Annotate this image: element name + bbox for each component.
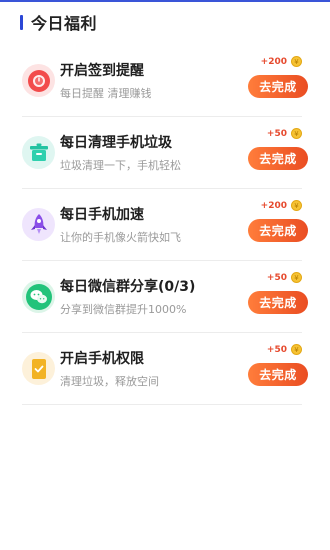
task-subtitle: 清理垃圾，释放空间 (60, 375, 159, 388)
reward-badge: +200 ¥ (261, 56, 302, 67)
coin-icon: ¥ (291, 272, 302, 283)
task-item-phone-boost: 每日手机加速 让你的手机像火箭快如飞 +200 ¥ 去完成 (22, 189, 308, 261)
task-title: 每日微信群分享(0/3) (60, 279, 196, 295)
task-item-wechat-share: 每日微信群分享(0/3) 分享到微信群提升1000% +50 ¥ 去完成 (22, 261, 308, 333)
task-title: 每日清理手机垃圾 (60, 135, 172, 151)
task-subtitle: 让你的手机像火箭快如飞 (60, 231, 181, 244)
section-header: 今日福利 (20, 12, 98, 33)
page-title: 今日福利 (31, 14, 98, 33)
coin-icon: ¥ (291, 56, 302, 67)
reward-badge: +50 ¥ (267, 128, 302, 139)
permission-check-icon (22, 352, 55, 385)
task-subtitle: 垃圾清理一下，手机轻松 (60, 159, 181, 172)
task-title: 每日手机加速 (60, 207, 144, 223)
coin-icon: ¥ (291, 344, 302, 355)
reward-badge: +50 ¥ (267, 272, 302, 283)
reward-badge: +200 ¥ (261, 200, 302, 211)
task-title: 开启手机权限 (60, 351, 144, 367)
task-title: 开启签到提醒 (60, 63, 144, 79)
complete-button[interactable]: 去完成 (248, 75, 308, 98)
task-subtitle: 每日提醒 清理赚钱 (60, 87, 152, 100)
complete-button[interactable]: 去完成 (248, 363, 308, 386)
complete-button[interactable]: 去完成 (248, 291, 308, 314)
divider (22, 404, 302, 405)
complete-button[interactable]: 去完成 (248, 147, 308, 170)
reward-amount: +50 (266, 272, 287, 283)
complete-button[interactable]: 去完成 (248, 219, 308, 242)
reward-amount: +50 (266, 128, 287, 139)
task-item-sign-in-reminder: 开启签到提醒 每日提醒 清理赚钱 +200 ¥ 去完成 (22, 45, 308, 117)
task-item-clean-junk: 每日清理手机垃圾 垃圾清理一下，手机轻松 +50 ¥ 去完成 (22, 117, 308, 189)
reward-amount: +200 (260, 56, 287, 67)
header-accent-bar (20, 14, 23, 30)
task-item-phone-permission: 开启手机权限 清理垃圾，释放空间 +50 ¥ 去完成 (22, 333, 308, 405)
trash-icon (22, 136, 55, 169)
reward-badge: +50 ¥ (267, 344, 302, 355)
top-accent-line (0, 0, 330, 2)
reward-amount: +200 (260, 200, 287, 211)
coin-icon: ¥ (291, 128, 302, 139)
rocket-icon (22, 208, 55, 241)
task-subtitle: 分享到微信群提升1000% (60, 303, 187, 316)
reward-amount: +50 (266, 344, 287, 355)
alarm-icon (22, 64, 55, 97)
coin-icon: ¥ (291, 200, 302, 211)
wechat-icon (22, 280, 55, 313)
